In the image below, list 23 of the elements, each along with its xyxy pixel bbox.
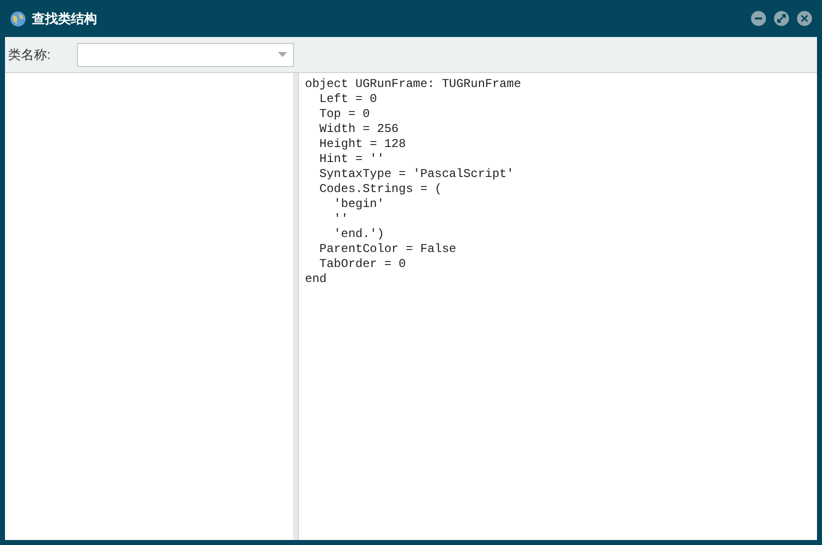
close-button[interactable] bbox=[797, 11, 812, 26]
maximize-button[interactable] bbox=[774, 11, 789, 26]
caret-icon bbox=[278, 52, 287, 57]
code-line: SyntaxType = 'PascalScript' bbox=[318, 167, 514, 182]
minimize-button[interactable] bbox=[751, 11, 766, 26]
code-line: Left = 0 bbox=[318, 92, 378, 107]
expand-icon bbox=[777, 14, 786, 23]
code-line: Hint = '' bbox=[318, 152, 384, 167]
code-line: 'begin' bbox=[332, 197, 384, 212]
close-icon bbox=[800, 14, 809, 23]
code-line: ParentColor = False bbox=[318, 242, 456, 257]
code-line: Codes.Strings = ( bbox=[318, 182, 442, 197]
globe-icon bbox=[10, 10, 26, 26]
code-line: end bbox=[305, 272, 327, 287]
code-line: Width = 256 bbox=[318, 122, 399, 137]
window-title: 查找类结构 bbox=[32, 10, 97, 28]
code-line: Top = 0 bbox=[318, 107, 370, 122]
code-line: object UGRunFrame: TUGRunFrame bbox=[305, 77, 522, 92]
code-line: Height = 128 bbox=[318, 137, 406, 152]
code-line: 'end.') bbox=[332, 227, 384, 242]
code-line: '' bbox=[332, 212, 348, 227]
code-line: TabOrder = 0 bbox=[318, 257, 406, 272]
field-label: 类名称: bbox=[8, 46, 52, 64]
